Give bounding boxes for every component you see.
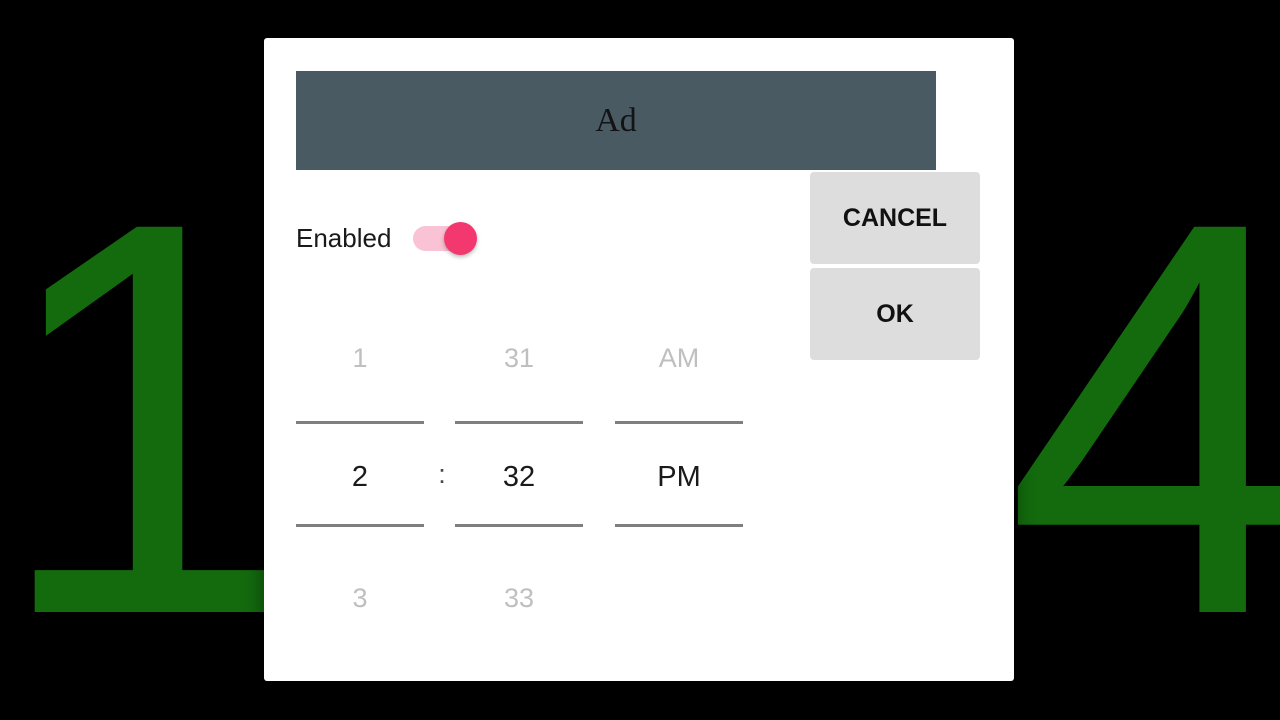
picker-column-period[interactable]: AM PM [615, 293, 743, 633]
minute-divider-bottom [455, 524, 583, 527]
enabled-row: Enabled [296, 220, 478, 256]
hour-selected-value[interactable]: 2 [296, 463, 424, 492]
time-picker-dialog: Ad Enabled CANCEL OK 1 2 3 : 31 32 33 AM [264, 38, 1014, 681]
period-divider-top [615, 421, 743, 424]
minute-next-value[interactable]: 33 [455, 585, 583, 612]
background-digit-right: 4 [1005, 105, 1280, 720]
enabled-toggle-switch[interactable] [413, 220, 478, 256]
hour-next-value[interactable]: 3 [296, 585, 424, 612]
period-divider-bottom [615, 524, 743, 527]
time-separator: : [438, 459, 446, 489]
time-picker: 1 2 3 : 31 32 33 AM PM [296, 293, 808, 633]
hour-divider-bottom [296, 524, 424, 527]
ok-button[interactable]: OK [810, 268, 980, 360]
period-previous-value[interactable]: AM [615, 345, 743, 372]
picker-column-hour[interactable]: 1 2 3 [296, 293, 424, 633]
ad-banner-label: Ad [595, 101, 637, 139]
minute-previous-value[interactable]: 31 [455, 345, 583, 372]
minute-selected-value[interactable]: 32 [455, 463, 583, 492]
minute-divider-top [455, 421, 583, 424]
period-selected-value[interactable]: PM [615, 463, 743, 492]
ad-banner[interactable]: Ad [296, 71, 936, 170]
background-digit-left: 1 [0, 105, 304, 720]
hour-divider-top [296, 421, 424, 424]
hour-previous-value[interactable]: 1 [296, 345, 424, 372]
picker-column-minute[interactable]: 31 32 33 [455, 293, 583, 633]
enabled-label: Enabled [296, 223, 392, 253]
cancel-button[interactable]: CANCEL [810, 172, 980, 264]
toggle-thumb[interactable] [444, 222, 478, 255]
